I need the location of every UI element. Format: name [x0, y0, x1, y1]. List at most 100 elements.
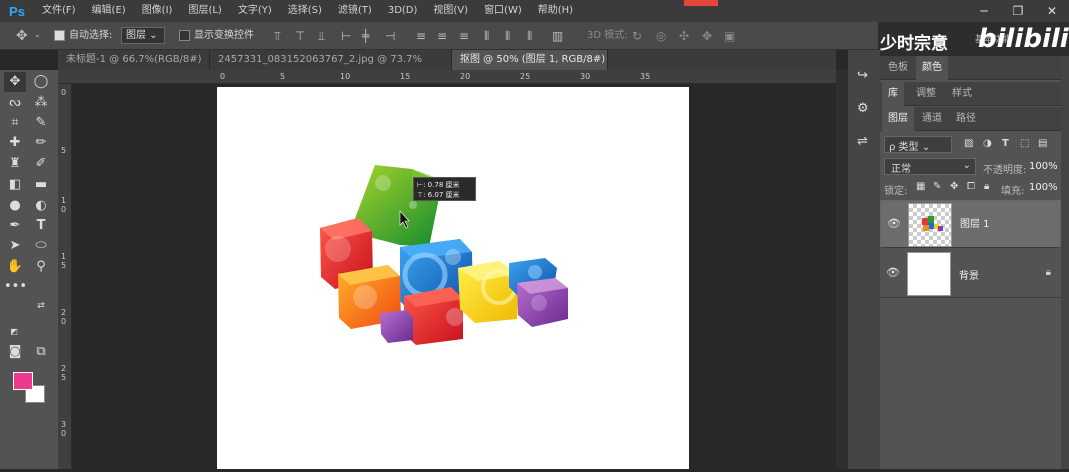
swap-colors-icon[interactable]: ⇄	[34, 296, 48, 316]
lock-artboard-icon[interactable]: ⧠	[967, 181, 975, 192]
tab-paths[interactable]: 路径	[950, 107, 982, 131]
history-brush-icon[interactable]: ✐	[30, 154, 52, 174]
panel-scrollbar[interactable]	[1061, 56, 1069, 469]
close-icon[interactable]: ✕	[1035, 0, 1069, 22]
auto-select-dropdown[interactable]: 图层 ⌄	[121, 27, 165, 44]
menu-select[interactable]: 选择(S)	[280, 0, 330, 22]
layer-filter-dropdown[interactable]: ρ 类型 ⌄	[884, 136, 952, 153]
3d-drag-icon[interactable]: ✣	[679, 29, 689, 43]
type-tool-icon[interactable]: T	[30, 216, 52, 236]
3d-slide-icon[interactable]: ✥	[702, 29, 712, 43]
align-top-icon[interactable]: ⫪	[274, 29, 281, 44]
pen-tool-icon[interactable]: ✒	[4, 216, 26, 236]
distribute-hcenter-icon[interactable]: ⦀	[505, 29, 510, 44]
layer-row-layer1[interactable]: 👁︎ 图层 1	[880, 200, 1061, 248]
auto-align-icon[interactable]: ▥	[552, 29, 563, 43]
menu-file[interactable]: 文件(F)	[34, 0, 84, 22]
tab-libraries[interactable]: 库	[882, 82, 904, 106]
align-hcenter-icon[interactable]: ╪	[362, 29, 369, 43]
filter-shape-icon[interactable]: ⬚	[1020, 138, 1029, 149]
crop-tool-icon[interactable]: ⌗	[4, 113, 26, 133]
align-bottom-icon[interactable]: ⫫	[318, 29, 325, 44]
filter-pixel-icon[interactable]: ▨	[964, 138, 973, 149]
visibility-eye-icon[interactable]: 👁︎	[886, 266, 900, 279]
paragraph-icon[interactable]: ⇌	[857, 134, 868, 149]
lock-position-icon[interactable]: ✥	[950, 181, 958, 192]
foreground-color-swatch[interactable]	[13, 372, 33, 390]
move-tool-icon[interactable]: ✥	[16, 28, 28, 44]
menu-3d[interactable]: 3D(D)	[380, 0, 426, 22]
menu-window[interactable]: 窗口(W)	[476, 0, 530, 22]
lock-image-icon[interactable]: ✎	[933, 181, 941, 192]
eraser-tool-icon[interactable]: ◧	[4, 175, 26, 195]
auto-select-checkbox[interactable]	[54, 30, 65, 41]
tab-layers[interactable]: 图层	[882, 107, 914, 131]
layer-name[interactable]: 背景	[959, 267, 979, 282]
restore-icon[interactable]: ❐	[1001, 0, 1035, 22]
lock-transparent-icon[interactable]: ▦	[916, 181, 925, 192]
tab-swatches[interactable]: 色板	[882, 56, 914, 80]
layer-name[interactable]: 图层 1	[960, 218, 990, 232]
document-canvas[interactable]	[217, 87, 689, 469]
screen-mode-icon[interactable]: ⧉	[30, 342, 52, 362]
stamp-tool-icon[interactable]: ♜	[4, 154, 26, 174]
blur-tool-icon[interactable]: ●	[4, 196, 26, 216]
3d-scale-icon[interactable]: ▣	[724, 29, 735, 43]
hand-tool-icon[interactable]: ✋	[4, 257, 26, 277]
tab-styles[interactable]: 样式	[946, 82, 978, 106]
menu-type[interactable]: 文字(Y)	[230, 0, 280, 22]
menu-filter[interactable]: 滤镜(T)	[330, 0, 380, 22]
filter-smart-object-icon[interactable]: ▤	[1038, 138, 1047, 149]
menu-layer[interactable]: 图层(L)	[180, 0, 229, 22]
tab-untitled[interactable]: 未标题-1 @ 66.7%(RGB/8#) ×	[58, 50, 210, 85]
distribute-bottom-icon[interactable]: ≡	[459, 29, 469, 43]
blend-mode-dropdown[interactable]: 正常 ⌄	[884, 158, 976, 175]
distribute-right-icon[interactable]: ⦀	[527, 29, 532, 44]
shape-tool-icon[interactable]: ⬭	[30, 236, 52, 256]
distribute-vcenter-icon[interactable]: ≡	[437, 29, 447, 43]
minimize-icon[interactable]: ─	[967, 0, 1001, 22]
tab-channels[interactable]: 通道	[916, 107, 948, 131]
align-vcenter-icon[interactable]: ⊤	[295, 29, 305, 43]
tab-jpg[interactable]: 2457331_083152063767_2.jpg @ 73.7%(RGB/8…	[210, 50, 452, 85]
cubes-artwork[interactable]	[217, 87, 689, 469]
more-tools-icon[interactable]: •••	[4, 277, 27, 297]
lasso-tool-icon[interactable]: ᔓ	[4, 93, 26, 113]
opacity-value[interactable]: 100%	[1029, 161, 1058, 172]
tab-adjustments[interactable]: 调整	[910, 82, 942, 106]
menu-edit[interactable]: 编辑(E)	[84, 0, 134, 22]
distribute-top-icon[interactable]: ≡	[416, 29, 426, 43]
filter-type-icon[interactable]: T	[1002, 138, 1009, 149]
tab-color[interactable]: 颜色	[916, 56, 948, 80]
vertical-scrollbar[interactable]	[836, 70, 848, 469]
history-icon[interactable]: ↪	[857, 68, 868, 83]
tab-cutout[interactable]: 抠图 @ 50% (图层 1, RGB/8#) * ×	[452, 50, 608, 85]
3d-roll-icon[interactable]: ◎	[656, 29, 666, 43]
menu-help[interactable]: 帮助(H)	[530, 0, 581, 22]
dodge-tool-icon[interactable]: ◐	[30, 196, 52, 216]
quick-mask-icon[interactable]: ◙	[4, 342, 26, 362]
zoom-tool-icon[interactable]: ⚲	[30, 257, 52, 277]
distribute-left-icon[interactable]: ⦀	[484, 29, 489, 44]
align-right-icon[interactable]: ⊣	[385, 29, 395, 43]
align-left-icon[interactable]: ⊢	[341, 29, 351, 43]
eyedropper-icon[interactable]: ✎	[30, 113, 52, 133]
3d-rotate-icon[interactable]: ↻	[632, 29, 642, 43]
magic-wand-icon[interactable]: ⁂	[30, 93, 52, 113]
filter-adjustment-icon[interactable]: ◑	[983, 138, 992, 149]
layer-row-background[interactable]: 👁︎ 背景 🔒︎	[880, 250, 1061, 298]
fill-value[interactable]: 100%	[1029, 182, 1058, 193]
transform-controls-checkbox[interactable]	[179, 30, 190, 41]
menu-view[interactable]: 视图(V)	[425, 0, 476, 22]
marquee-tool-icon[interactable]: ◯	[30, 72, 52, 92]
path-select-icon[interactable]: ➤	[4, 236, 26, 256]
gradient-tool-icon[interactable]: ▬	[30, 175, 52, 195]
move-tool-icon[interactable]: ✥	[4, 72, 26, 92]
visibility-eye-icon[interactable]: 👁︎	[887, 217, 901, 231]
properties-icon[interactable]: ⚙	[857, 101, 869, 116]
healing-brush-icon[interactable]: ✚	[4, 133, 26, 153]
menu-image[interactable]: 图像(I)	[134, 0, 181, 22]
chevron-down-icon[interactable]: ⌄	[34, 30, 41, 39]
brush-tool-icon[interactable]: ✏	[30, 133, 52, 153]
default-colors-icon[interactable]: ◩	[8, 322, 20, 342]
